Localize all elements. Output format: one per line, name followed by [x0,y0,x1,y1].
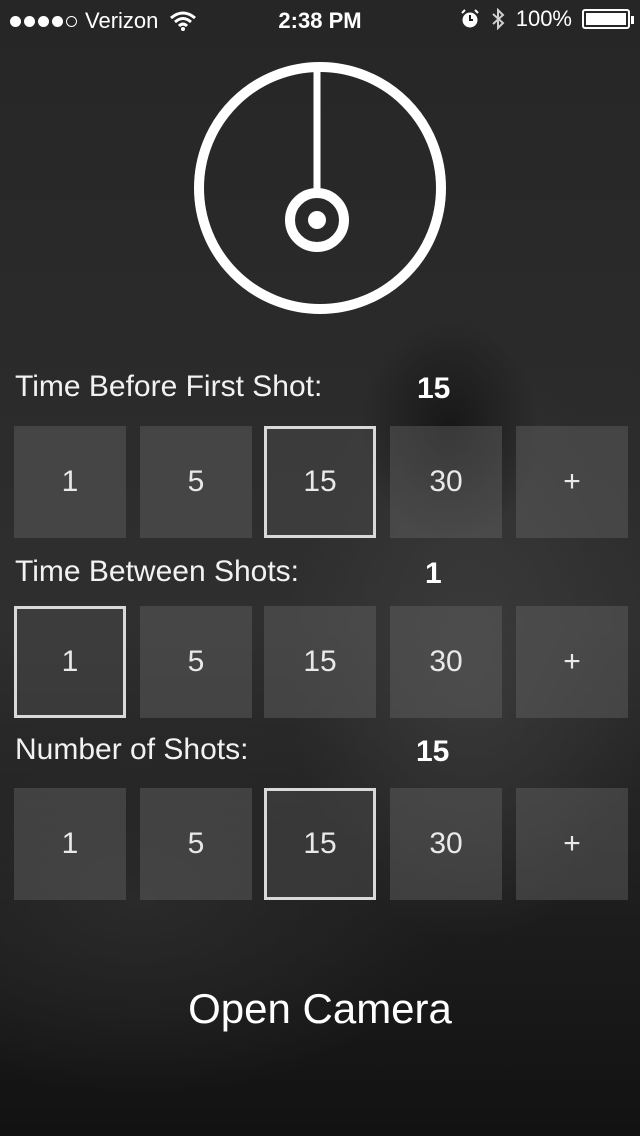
battery-icon [582,9,634,29]
number-of-shots-value: 15 [416,735,450,768]
between-shots-option-15[interactable]: 15 [264,606,376,718]
time-between-shots-value: 1 [425,557,442,590]
time-between-shots-options: 1 5 15 30 + [14,606,628,718]
shots-option-15-selected[interactable]: 15 [264,788,376,900]
status-right: 100% [460,6,634,32]
number-of-shots-options: 1 5 15 30 + [14,788,628,900]
timer-dial-icon [194,62,446,314]
open-camera-button[interactable]: Open Camera [0,985,640,1033]
time-before-first-shot-label: Time Before First Shot: [15,370,323,403]
time-between-shots-label: Time Between Shots: [15,555,300,588]
first-shot-option-15-selected[interactable]: 15 [264,426,376,538]
between-shots-option-1-selected[interactable]: 1 [14,606,126,718]
shots-custom-button[interactable]: + [516,788,628,900]
first-shot-option-1[interactable]: 1 [14,426,126,538]
shots-option-1[interactable]: 1 [14,788,126,900]
first-shot-option-5[interactable]: 5 [140,426,252,538]
battery-percent: 100% [515,6,572,31]
time-before-first-shot-options: 1 5 15 30 + [14,426,628,538]
number-of-shots-label: Number of Shots: [15,733,249,766]
between-shots-option-30[interactable]: 30 [390,606,502,718]
shots-option-5[interactable]: 5 [140,788,252,900]
first-shot-option-30[interactable]: 30 [390,426,502,538]
alarm-icon [461,9,479,28]
shots-option-30[interactable]: 30 [390,788,502,900]
between-shots-custom-button[interactable]: + [516,606,628,718]
time-before-first-shot-value: 15 [417,372,451,405]
bluetooth-icon [492,8,505,30]
between-shots-option-5[interactable]: 5 [140,606,252,718]
first-shot-custom-button[interactable]: + [516,426,628,538]
status-bar: Verizon 2:38 PM 100% [0,0,640,40]
